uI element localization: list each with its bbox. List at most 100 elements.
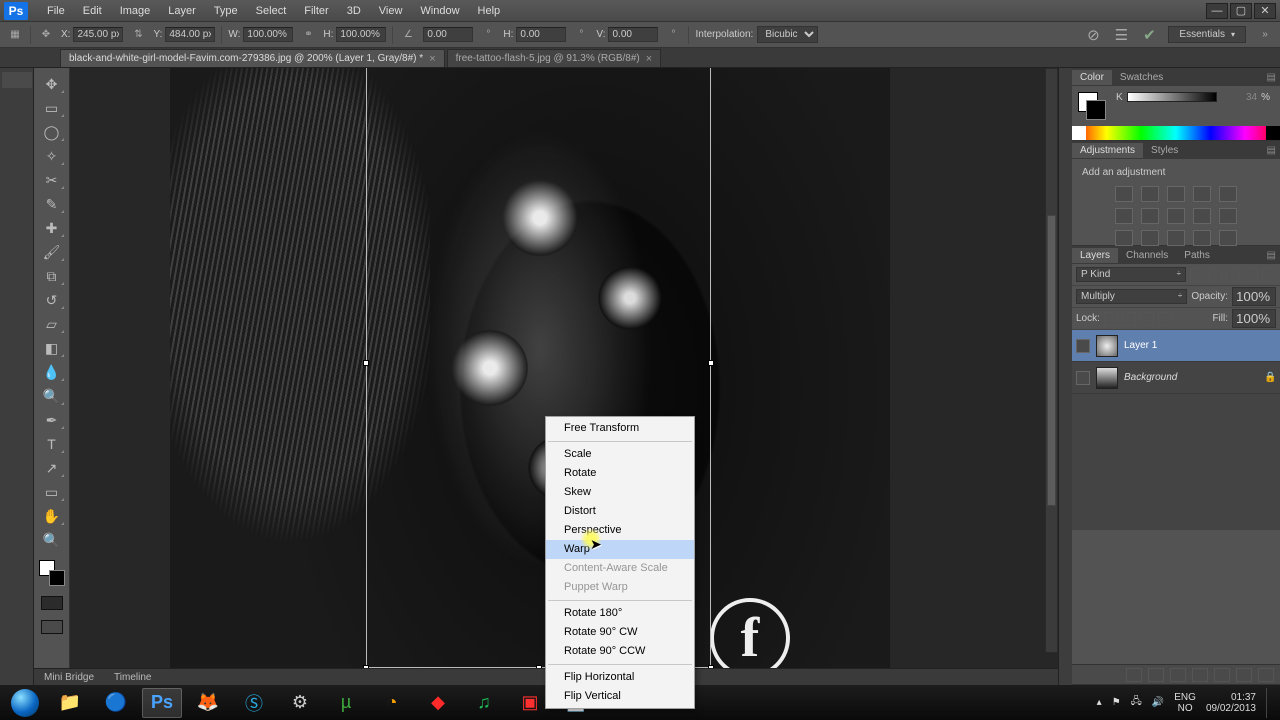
fx-icon[interactable] <box>1148 668 1164 682</box>
menu-layer[interactable]: Layer <box>159 2 205 20</box>
filter-type-icon[interactable] <box>1226 268 1240 282</box>
k-slider[interactable]: K 34 % <box>1116 88 1270 106</box>
swap-xy-icon[interactable]: ⇅ <box>129 26 147 44</box>
exposure-adjust-icon[interactable] <box>1193 186 1211 202</box>
lasso-tool[interactable]: ◯ <box>39 122 65 142</box>
lock-trans-icon[interactable] <box>1104 312 1118 326</box>
mask-icon[interactable] <box>1170 668 1186 682</box>
context-menu-item[interactable]: Skew <box>546 483 694 502</box>
panel-tab[interactable]: Layers <box>1072 248 1118 263</box>
tray-flag-icon[interactable]: ⚑ <box>1112 697 1121 708</box>
menu-filter[interactable]: Filter <box>295 2 337 20</box>
tray-clock[interactable]: 01:3709/02/2013 <box>1206 692 1256 714</box>
context-menu-item[interactable]: Warp <box>546 540 694 559</box>
context-menu-item[interactable]: Rotate 180° <box>546 604 694 623</box>
brightness-adjust-icon[interactable] <box>1115 186 1133 202</box>
cancel-transform-icon[interactable]: ⊘ <box>1084 26 1102 44</box>
color-swatch-pair[interactable] <box>1078 92 1106 120</box>
workspace-switcher[interactable]: Essentials▾ <box>1168 26 1246 43</box>
color-lookup-icon[interactable] <box>1219 208 1237 224</box>
eraser-tool[interactable]: ▱ <box>39 314 65 334</box>
hue-adjust-icon[interactable] <box>1115 208 1133 224</box>
filter-pixel-icon[interactable] <box>1190 268 1204 282</box>
posterize-icon[interactable] <box>1141 230 1159 246</box>
color-swatches[interactable] <box>39 560 65 586</box>
menu-window[interactable]: Window <box>411 2 468 20</box>
link-wh-icon[interactable]: ⚭ <box>299 26 317 44</box>
tray-volume-icon[interactable]: 🔊 <box>1152 697 1164 708</box>
lock-all-icon[interactable] <box>1158 312 1172 326</box>
panel-tab[interactable]: Paths <box>1176 248 1218 263</box>
warp-mode-icon[interactable]: ☰ <box>1112 26 1130 44</box>
panel-tab[interactable]: Channels <box>1118 248 1176 263</box>
vskew-field[interactable] <box>608 27 658 42</box>
document-tab[interactable]: free-tattoo-flash-5.jpg @ 91.3% (RGB/8#)… <box>447 49 662 67</box>
h-field[interactable] <box>336 27 386 42</box>
panel-menu-icon[interactable]: ▤ <box>1263 250 1280 261</box>
canvas-vscrollbar[interactable] <box>1045 68 1058 653</box>
context-menu-item[interactable]: Perspective <box>546 521 694 540</box>
magic-wand-tool[interactable]: ✧ <box>39 146 65 166</box>
threshold-icon[interactable] <box>1167 230 1185 246</box>
search-icon[interactable]: » <box>1256 26 1274 44</box>
vibrance-adjust-icon[interactable] <box>1219 186 1237 202</box>
hskew-field[interactable] <box>516 27 566 42</box>
delete-layer-icon[interactable] <box>1258 668 1274 682</box>
photo-filter-icon[interactable] <box>1167 208 1185 224</box>
context-menu-item[interactable]: Rotate <box>546 464 694 483</box>
menu-file[interactable]: File <box>38 2 74 20</box>
right-collapse-strip[interactable] <box>1058 68 1072 685</box>
panel-tab[interactable]: Styles <box>1143 143 1186 158</box>
brush-tool[interactable]: 🖌 <box>39 242 65 262</box>
clone-stamp-tool[interactable]: ⧉ <box>39 266 65 286</box>
new-layer-icon[interactable] <box>1236 668 1252 682</box>
layer-row[interactable]: Layer 1 <box>1072 330 1280 362</box>
lock-pixels-icon[interactable] <box>1122 312 1136 326</box>
panel-menu-icon[interactable]: ▤ <box>1263 72 1280 83</box>
panel-menu-icon[interactable]: ▤ <box>1263 145 1280 156</box>
blur-tool[interactable]: 💧 <box>39 362 65 382</box>
quickmask-toggle[interactable] <box>41 596 63 610</box>
filter-smart-icon[interactable] <box>1262 268 1276 282</box>
filter-adjust-icon[interactable] <box>1208 268 1222 282</box>
tray-lang[interactable]: ENGNO <box>1174 692 1196 714</box>
spectrum-ramp[interactable] <box>1072 126 1280 140</box>
close-button[interactable]: ✕ <box>1254 3 1276 19</box>
close-tab-icon[interactable]: × <box>429 53 435 65</box>
taskbar-app-icon-2[interactable]: ◆ <box>418 688 458 718</box>
mini-tab[interactable]: Mini Bridge <box>34 670 104 685</box>
eyedropper-tool[interactable]: ✎ <box>39 194 65 214</box>
context-menu-item[interactable]: Rotate 90° CCW <box>546 642 694 661</box>
path-select-tool[interactable]: ↗ <box>39 458 65 478</box>
taskbar-explorer-icon[interactable]: 📁 <box>50 688 90 718</box>
screenmode-toggle[interactable] <box>41 620 63 634</box>
gradient-tool[interactable]: ◧ <box>39 338 65 358</box>
taskbar-app-icon-3[interactable]: ▣ <box>510 688 550 718</box>
context-menu-item[interactable]: Flip Vertical <box>546 687 694 706</box>
y-field[interactable] <box>165 27 215 42</box>
context-menu-item[interactable]: Scale <box>546 445 694 464</box>
lock-pos-icon[interactable] <box>1140 312 1154 326</box>
blend-mode-select[interactable]: Multiply÷ <box>1076 289 1187 304</box>
taskbar-steam-icon[interactable]: ⚙ <box>280 688 320 718</box>
taskbar-firefox-icon[interactable]: 🦊 <box>188 688 228 718</box>
start-button[interactable] <box>6 688 44 718</box>
new-adjustment-icon[interactable] <box>1192 668 1208 682</box>
selective-color-icon[interactable] <box>1219 230 1237 246</box>
menu-edit[interactable]: Edit <box>74 2 111 20</box>
tray-arrow-icon[interactable]: ▴ <box>1097 697 1102 708</box>
menu-image[interactable]: Image <box>111 2 160 20</box>
menu-view[interactable]: View <box>370 2 412 20</box>
levels-adjust-icon[interactable] <box>1141 186 1159 202</box>
x-field[interactable] <box>73 27 123 42</box>
context-menu-item[interactable]: Free Transform <box>546 419 694 438</box>
menu-3d[interactable]: 3D <box>338 2 370 20</box>
taskbar-chrome-icon[interactable]: 🔵 <box>96 688 136 718</box>
interpolation-select[interactable]: Bicubic <box>757 26 818 43</box>
hand-tool[interactable]: ✋ <box>39 506 65 526</box>
panel-tab[interactable]: Swatches <box>1112 70 1171 85</box>
left-collapsed-dock[interactable] <box>0 68 34 685</box>
new-group-icon[interactable] <box>1214 668 1230 682</box>
maximize-button[interactable]: ▢ <box>1230 3 1252 19</box>
document-tab[interactable]: black-and-white-girl-model-Favim.com-279… <box>60 49 445 67</box>
